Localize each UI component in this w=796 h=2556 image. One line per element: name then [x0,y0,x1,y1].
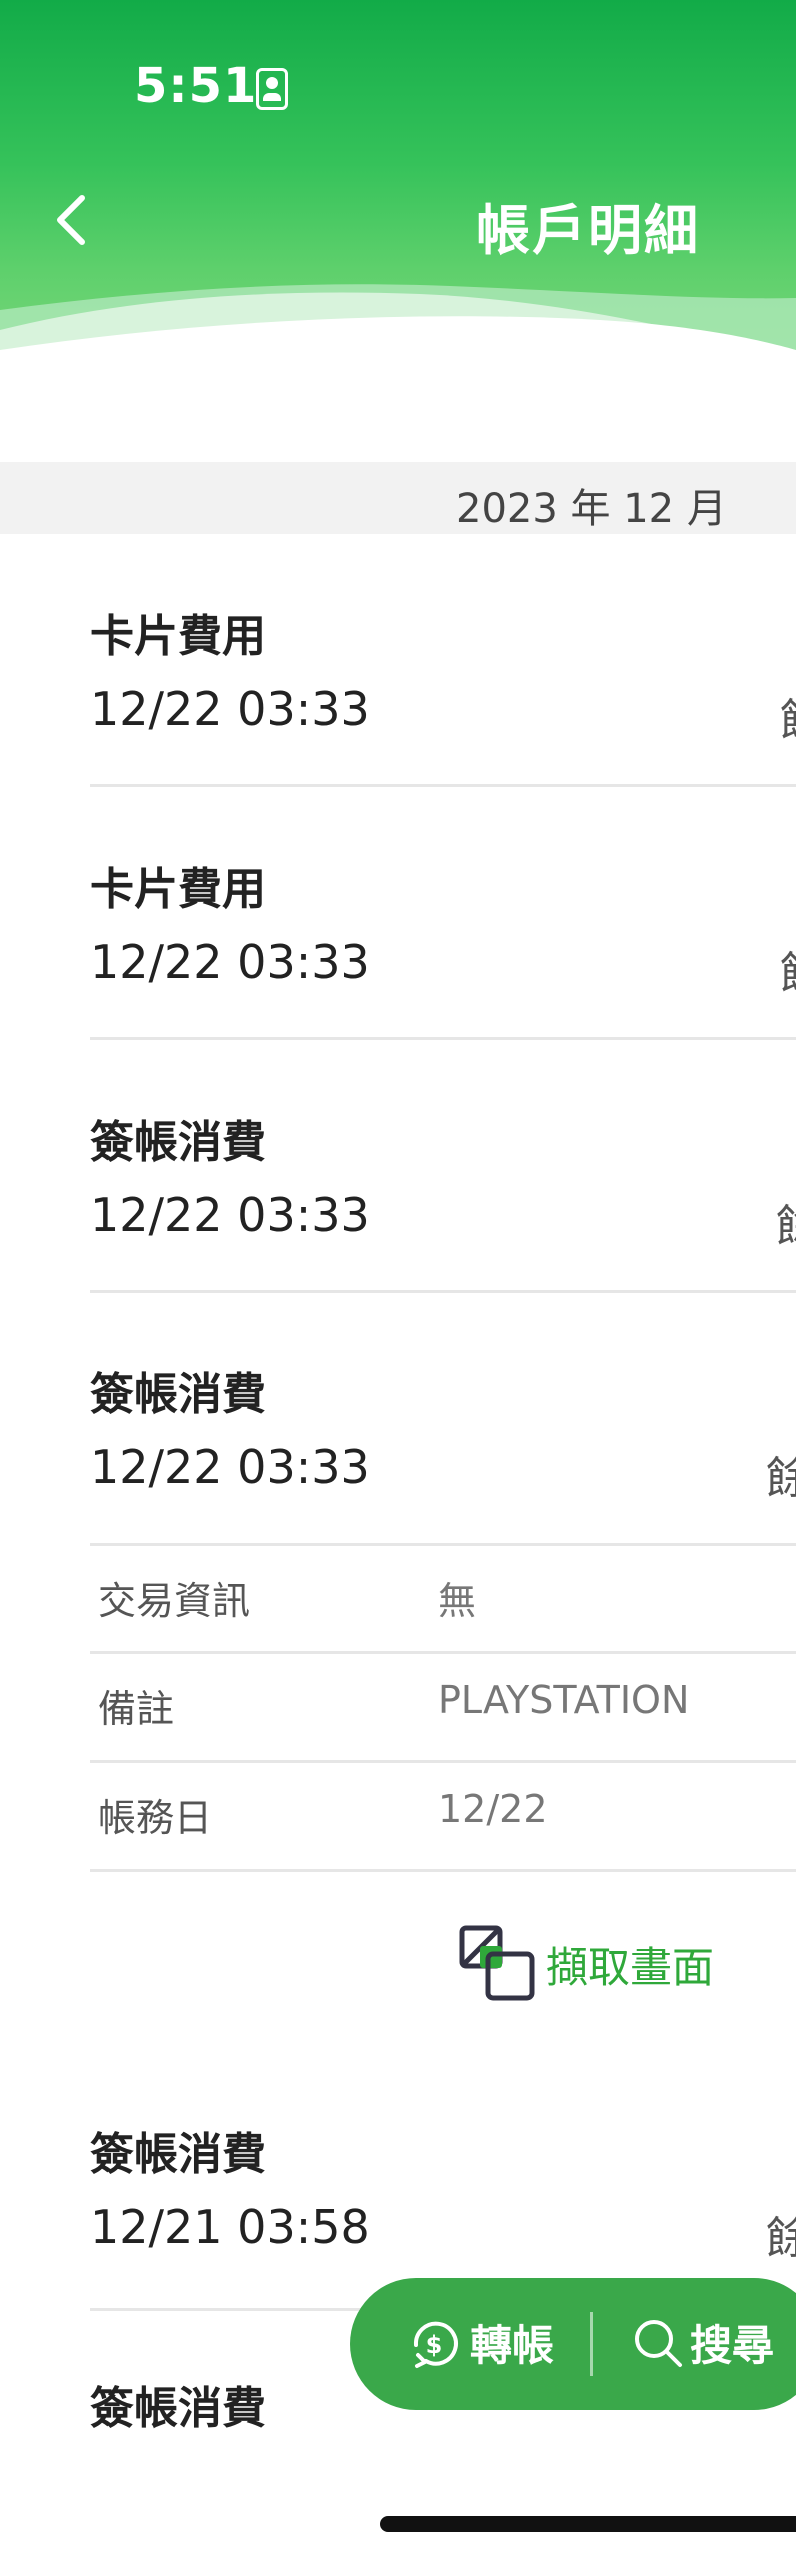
transaction-name: 卡片費用 [90,611,266,662]
month-label: 2023 年 12 月 [456,486,727,532]
transaction-row[interactable]: 卡片費用 12/22 03:33 餘 [90,600,796,760]
page-title: 帳戶明細 [476,199,700,262]
home-indicator [380,2516,796,2532]
transaction-name: 簽帳消費 [90,2129,266,2180]
detail-value: 12/22 [438,1787,548,1831]
divider [90,1037,796,1040]
floating-action-bar: $ 轉帳 搜尋 [350,2278,796,2410]
transaction-time: 12/21 03:58 [90,2200,370,2254]
transaction-time: 12/22 03:33 [90,682,370,736]
svg-text:$: $ [426,2331,443,2359]
transaction-time: 12/22 03:33 [90,935,370,989]
header-wave-decoration [0,284,796,360]
screenshot-icon [459,1925,535,2001]
fab-separator [590,2312,593,2376]
transaction-name: 簽帳消費 [90,1369,266,1420]
search-icon [635,2319,682,2367]
detail-row-billing-date: 帳務日 12/22 [90,1763,796,1869]
transaction-time: 12/22 03:33 [90,1440,370,1494]
transaction-row[interactable]: 簽帳消費 12/21 03:58 餘 [90,2118,796,2278]
transaction-time: 12/22 03:33 [90,1188,370,1242]
transaction-name: 簽帳消費 [90,1117,266,1168]
transaction-row[interactable]: 卡片費用 12/22 03:33 餘 [90,853,796,1013]
divider [90,1290,796,1293]
search-label: 搜尋 [690,2321,775,2370]
detail-label: 交易資訊 [98,1579,251,1623]
transaction-name: 簽帳消費 [90,2383,266,2434]
detail-label: 備註 [98,1687,175,1731]
transaction-row[interactable]: 簽帳消費 12/22 03:33 餘 [90,1106,796,1266]
balance-label: 餘 [766,1453,796,1504]
capture-screen-label: 擷取畫面 [546,1942,715,1992]
transfer-label: 轉帳 [470,2321,555,2370]
transaction-name: 卡片費用 [90,864,266,915]
status-time: 5:51 [134,58,258,114]
transfer-dollar-icon: $ [413,2321,458,2368]
capture-screen-button[interactable]: 擷取畫面 [458,1924,714,2004]
balance-label: 餘 [780,937,796,1001]
detail-value: PLAYSTATION [438,1678,690,1722]
search-button[interactable]: 搜尋 [632,2312,774,2373]
balance-label: 餘 [766,2213,796,2264]
detail-row-remark: 備註 PLAYSTATION [90,1654,796,1760]
transaction-row-expanded[interactable]: 簽帳消費 12/22 03:33 餘 [90,1358,796,1518]
back-button[interactable] [50,190,94,250]
balance-label: 餘 [776,1190,796,1254]
divider [90,784,796,787]
contact-card-icon [256,68,288,110]
balance-label: 餘 [780,684,796,748]
detail-value: 無 [438,1579,477,1623]
detail-row-transaction-info: 交易資訊 無 [90,1546,796,1652]
transfer-button[interactable]: $ 轉帳 [406,2312,554,2373]
divider [90,1869,796,1872]
month-section-header: 2023 年 12 月 [0,462,796,534]
detail-label: 帳務日 [98,1796,213,1840]
app-header [0,0,796,360]
